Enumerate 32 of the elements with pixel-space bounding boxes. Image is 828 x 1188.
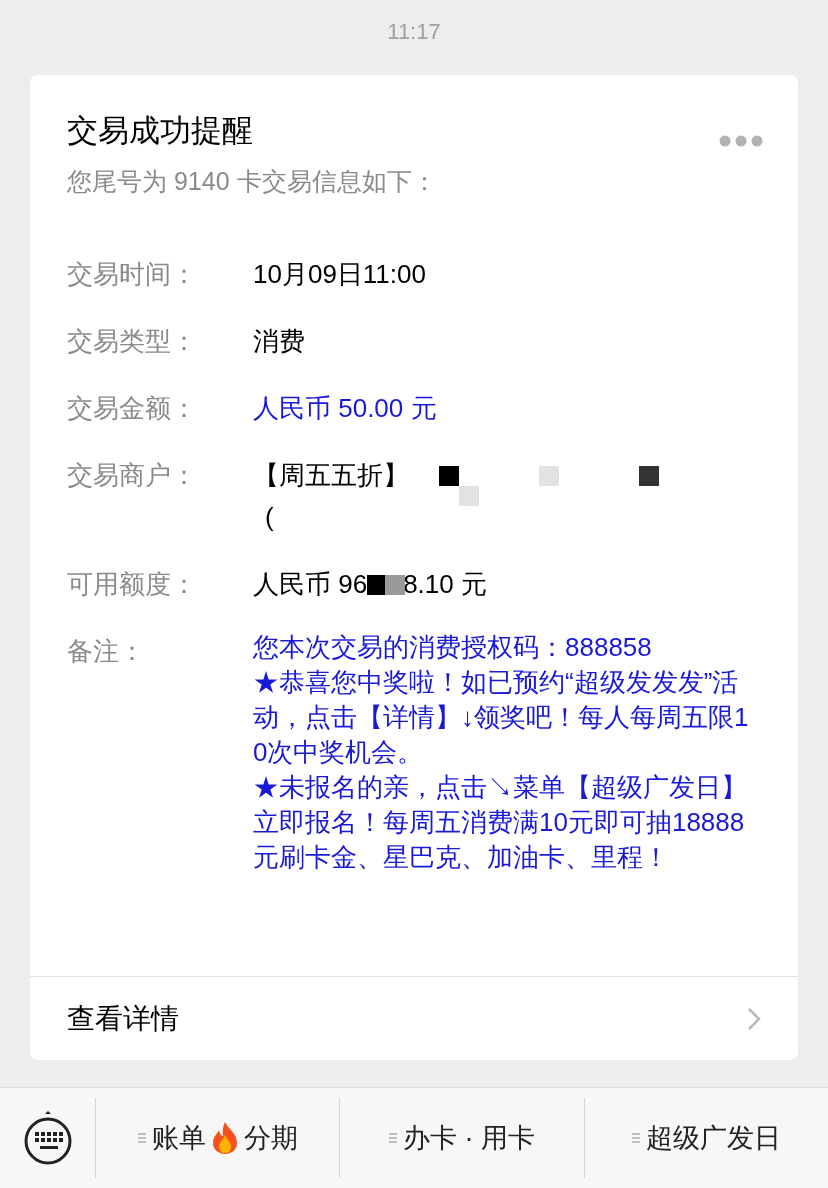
field-value: 10月09日11:00 — [253, 257, 426, 291]
card-subtitle: 您尾号为 9140 卡交易信息如下： — [66, 166, 438, 197]
more-icon[interactable] — [719, 135, 763, 147]
card-title: 交易成功提醒 — [67, 112, 253, 150]
field-value: 8.10 元 — [403, 567, 487, 601]
field-value: 【周五五折】 — [253, 458, 409, 492]
menu-lines-icon — [631, 1132, 640, 1144]
redaction-block — [367, 574, 388, 595]
menu-lines-icon — [389, 1132, 397, 1144]
field-label: 交易商户： — [67, 458, 198, 492]
view-details-link[interactable]: 查看详情 — [67, 997, 179, 1040]
field-label: 备注： — [67, 634, 146, 668]
menu-lines-icon — [137, 1132, 146, 1144]
redaction-block — [439, 465, 459, 486]
keyboard-icon[interactable] — [22, 1110, 73, 1166]
chevron-right-icon[interactable] — [747, 1006, 761, 1031]
remark-text: 您本次交易的消费授权码：888858 — [253, 630, 653, 664]
status-time: 11:17 — [387, 17, 441, 46]
field-label: 交易时间： — [67, 257, 198, 291]
redaction-block — [539, 465, 559, 486]
redaction-block — [639, 465, 659, 486]
redaction-block — [385, 574, 406, 595]
field-label: 交易类型： — [67, 324, 198, 358]
remark-text: ★恭喜您中奖啦！如已预约“超级发发发”活动，点击【详情】↓领奖吧！每人每周五限10次中奖机会。 — [253, 665, 750, 769]
field-label: 交易金额： — [67, 391, 198, 425]
remark-text: ★未报名的亲，点击↘菜单【超级广发日】立即报名！每周五消费满10元即可抽18888元刷卡金、星巴克、加油卡、里程！ — [253, 770, 748, 874]
field-value: 人民币 50.00 元 — [253, 391, 437, 425]
field-value: ( — [265, 500, 274, 534]
field-value: 人民币 96 — [253, 567, 368, 601]
field-value: 消费 — [253, 324, 305, 358]
redaction-block — [459, 485, 479, 506]
field-label: 可用额度： — [67, 567, 198, 601]
